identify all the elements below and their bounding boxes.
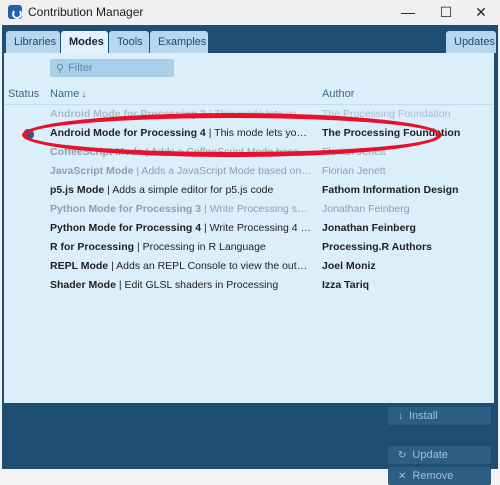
install-button[interactable]: ↓ Install	[388, 407, 491, 425]
contribution-name: p5.js Mode | Adds a simple editor for p5…	[50, 184, 274, 196]
list-item[interactable]: Android Mode for Processing 4 | This mod…	[4, 125, 494, 143]
install-label: Install	[409, 410, 438, 422]
contribution-author: Fathom Information Design	[322, 184, 459, 196]
column-header-name[interactable]: Name ↓	[50, 88, 86, 100]
remove-icon: ✕	[398, 470, 407, 482]
contribution-name: Android Mode for Processing 3 | This mod…	[50, 108, 312, 120]
list-item[interactable]: REPL Mode | Adds an REPL Console to view…	[4, 258, 494, 276]
processing-app-icon	[8, 5, 22, 19]
list-item[interactable]: Python Mode for Processing 4 | Write Pro…	[4, 220, 494, 238]
column-header-name-label: Name	[50, 88, 80, 100]
remove-button[interactable]: ✕ Remove	[388, 467, 491, 485]
column-header-status[interactable]: Status	[8, 88, 39, 100]
contribution-name: REPL Mode | Adds an REPL Console to view…	[50, 260, 312, 272]
list-item[interactable]: p5.js Mode | Adds a simple editor for p5…	[4, 182, 494, 200]
tab-updates[interactable]: Updates	[446, 31, 496, 53]
list-item[interactable]: CoffeeScript Mode | Adds a CoffeeScript …	[4, 144, 494, 162]
list-item[interactable]: Android Mode for Processing 3 | This mod…	[4, 106, 494, 124]
contribution-name: CoffeeScript Mode | Adds a CoffeeScript …	[50, 146, 312, 158]
contribution-list-panel: ⚲ Filter Status Name ↓ Author Android Mod…	[4, 53, 494, 403]
title-bar: Contribution Manager — ☐ ✕	[0, 0, 500, 24]
search-icon: ⚲	[56, 62, 65, 75]
update-button[interactable]: ↻ Update	[388, 446, 491, 464]
contribution-author: Florian Jenett	[322, 146, 386, 158]
list-item[interactable]: R for Processing | Processing in R Langu…	[4, 239, 494, 257]
list-item[interactable]: JavaScript Mode | Adds a JavaScript Mode…	[4, 163, 494, 181]
column-header-author[interactable]: Author	[322, 88, 354, 100]
contribution-author: Florian Jenett	[322, 165, 386, 177]
filter-input[interactable]: ⚲ Filter	[50, 59, 174, 77]
contribution-author: Jonathan Feinberg	[322, 203, 410, 215]
installed-status-icon	[23, 129, 34, 140]
list-item[interactable]: Shader Mode | Edit GLSL shaders in Proce…	[4, 277, 494, 295]
contribution-name: Python Mode for Processing 4 | Write Pro…	[50, 222, 312, 234]
contribution-author: The Processing Foundation	[322, 108, 451, 120]
update-label: Update	[412, 449, 448, 461]
contribution-author: The Processing Foundation	[322, 127, 461, 139]
window-title: Contribution Manager	[28, 5, 144, 19]
contribution-manager-frame: Libraries Modes Tools Examples Updates ⚲…	[2, 25, 498, 485]
contribution-name: Python Mode for Processing 3 | Write Pro…	[50, 203, 312, 215]
list-item[interactable]: Python Mode for Processing 3 | Write Pro…	[4, 201, 494, 219]
contribution-author: Joel Moniz	[322, 260, 376, 272]
contribution-name: Android Mode for Processing 4 | This mod…	[50, 127, 312, 139]
download-icon: ↓	[398, 410, 403, 422]
tab-examples[interactable]: Examples	[150, 31, 208, 53]
tab-tools[interactable]: Tools	[109, 31, 149, 53]
contribution-name: Shader Mode | Edit GLSL shaders in Proce…	[50, 279, 279, 291]
contribution-author: Jonathan Feinberg	[322, 222, 416, 234]
filter-placeholder: Filter	[68, 62, 93, 74]
sort-down-icon: ↓	[81, 89, 87, 100]
remove-label: Remove	[412, 470, 454, 482]
contribution-author: Processing.R Authors	[322, 241, 432, 253]
contribution-author: Izza Tariq	[322, 279, 370, 291]
refresh-icon: ↻	[398, 449, 407, 461]
tab-modes[interactable]: Modes	[61, 31, 108, 53]
header-divider	[4, 104, 494, 105]
tab-libraries[interactable]: Libraries	[6, 31, 60, 53]
close-button[interactable]: ✕	[458, 0, 500, 24]
contribution-name: JavaScript Mode | Adds a JavaScript Mode…	[50, 165, 312, 177]
contribution-name: R for Processing | Processing in R Langu…	[50, 241, 266, 253]
